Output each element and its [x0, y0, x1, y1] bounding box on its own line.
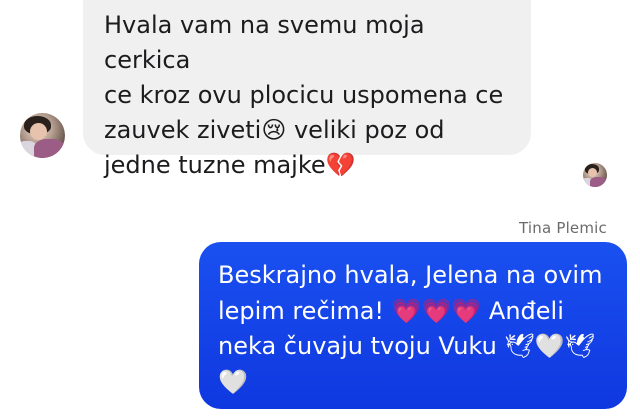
chat-thread: Hvala vam na svemu moja cerkica ce kroz … — [0, 0, 640, 418]
incoming-message-bubble[interactable]: Hvala vam na svemu moja cerkica ce kroz … — [83, 0, 531, 179]
sender-avatar[interactable] — [20, 113, 65, 158]
outgoing-sender-name: Tina Plemic — [518, 219, 607, 237]
seen-receipt-avatar — [583, 163, 607, 187]
outgoing-message-text: Beskrajno hvala, Jelena na ovim lepim re… — [218, 261, 603, 396]
incoming-message-text: Hvala vam na svemu moja cerkica ce kroz … — [104, 11, 504, 179]
outgoing-message-bubble[interactable]: Beskrajno hvala, Jelena na ovim lepim re… — [199, 242, 627, 409]
